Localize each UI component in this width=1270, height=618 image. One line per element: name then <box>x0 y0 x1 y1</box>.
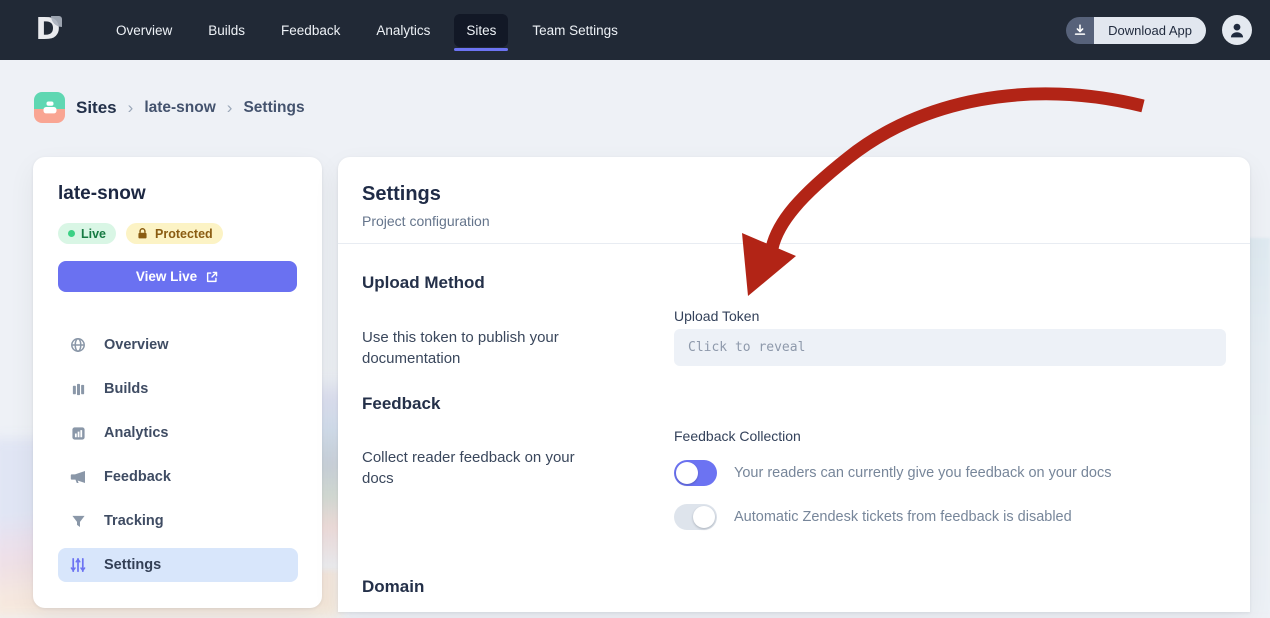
top-navigation-bar: D Overview Builds Feedback Analytics Sit… <box>0 0 1270 60</box>
domain-heading: Domain <box>362 577 424 597</box>
sidebar-item-tracking[interactable]: Tracking <box>58 504 298 538</box>
nav-item-team-settings[interactable]: Team Settings <box>520 14 630 47</box>
nav-item-analytics[interactable]: Analytics <box>364 14 442 47</box>
download-icon <box>1066 17 1094 44</box>
funnel-icon <box>70 513 86 529</box>
protected-badge: Protected <box>126 223 223 244</box>
zendesk-tickets-toggle[interactable] <box>674 504 717 530</box>
live-badge-label: Live <box>81 227 106 241</box>
chevron-right-icon: › <box>227 99 233 116</box>
breadcrumb-sites[interactable]: Sites <box>76 98 117 118</box>
feedback-collection-toggle[interactable] <box>674 460 717 486</box>
download-app-label: Download App <box>1094 17 1206 44</box>
sidebar-item-label: Builds <box>104 381 148 397</box>
nav-item-sites[interactable]: Sites <box>454 14 508 47</box>
megaphone-icon <box>70 469 86 485</box>
live-status-badge: Live <box>58 223 116 244</box>
settings-panel: Settings Project configuration Upload Me… <box>338 157 1250 612</box>
sidebar-item-overview[interactable]: Overview <box>58 328 298 362</box>
external-link-icon <box>205 270 219 284</box>
page-title: Settings <box>362 183 441 206</box>
nav-item-builds[interactable]: Builds <box>196 14 257 47</box>
page-subtitle: Project configuration <box>362 213 490 229</box>
zendesk-toggle-row: Automatic Zendesk tickets from feedback … <box>674 504 1072 530</box>
toggle-knob <box>693 506 715 528</box>
sidebar-item-label: Tracking <box>104 513 164 529</box>
header-divider <box>338 243 1250 244</box>
breadcrumb-settings[interactable]: Settings <box>243 99 304 117</box>
zendesk-toggle-caption: Automatic Zendesk tickets from feedback … <box>734 509 1072 525</box>
upload-method-description: Use this token to publish your documenta… <box>362 327 597 370</box>
upload-token-field[interactable]: Click to reveal <box>674 329 1226 366</box>
feedback-toggle-caption: Your readers can currently give you feed… <box>734 465 1112 481</box>
sidebar-item-label: Settings <box>104 557 161 573</box>
sidebar-item-feedback[interactable]: Feedback <box>58 460 298 494</box>
feedback-description: Collect reader feedback on your docs <box>362 447 597 490</box>
status-badges: Live Protected <box>58 223 223 244</box>
nav-items: Overview Builds Feedback Analytics Sites… <box>104 14 630 47</box>
sliders-icon <box>70 557 86 573</box>
protected-badge-label: Protected <box>155 227 213 241</box>
lock-icon <box>136 227 149 240</box>
upload-method-heading: Upload Method <box>362 273 485 293</box>
breadcrumb-project[interactable]: late-snow <box>144 99 215 117</box>
feedback-heading: Feedback <box>362 394 440 414</box>
project-name: late-snow <box>58 183 146 205</box>
view-live-button[interactable]: View Live <box>58 261 297 292</box>
project-menu: Overview Builds <box>58 328 298 592</box>
download-app-button[interactable]: Download App <box>1066 17 1206 44</box>
nav-item-overview[interactable]: Overview <box>104 14 184 47</box>
user-avatar[interactable] <box>1222 15 1252 45</box>
app-logo[interactable]: D <box>30 12 66 48</box>
globe-icon <box>70 337 86 353</box>
feedback-collection-toggle-row: Your readers can currently give you feed… <box>674 460 1112 486</box>
sidebar-item-label: Analytics <box>104 425 168 441</box>
sidebar-item-builds[interactable]: Builds <box>58 372 298 406</box>
upload-token-label: Upload Token <box>674 308 759 324</box>
toggle-knob <box>676 462 698 484</box>
columns-icon <box>70 381 86 397</box>
view-live-label: View Live <box>136 269 197 284</box>
sidebar-item-label: Overview <box>104 337 169 353</box>
live-dot-icon <box>68 230 75 237</box>
pastel-background-right <box>1248 238 1270 612</box>
breadcrumb: Sites › late-snow › Settings <box>34 92 305 123</box>
nav-item-feedback[interactable]: Feedback <box>269 14 352 47</box>
chevron-right-icon: › <box>128 99 134 116</box>
nav-right-actions: Download App <box>1066 15 1252 45</box>
bar-chart-icon <box>70 425 86 441</box>
project-sidebar-card: late-snow Live Protected View Live <box>33 157 322 608</box>
sidebar-item-settings[interactable]: Settings <box>58 548 298 582</box>
app-window: D Overview Builds Feedback Analytics Sit… <box>0 0 1270 612</box>
feedback-collection-label: Feedback Collection <box>674 428 801 444</box>
user-icon <box>1228 21 1246 39</box>
sidebar-item-analytics[interactable]: Analytics <box>58 416 298 450</box>
sidebar-item-label: Feedback <box>104 469 171 485</box>
sites-app-icon <box>34 92 65 123</box>
